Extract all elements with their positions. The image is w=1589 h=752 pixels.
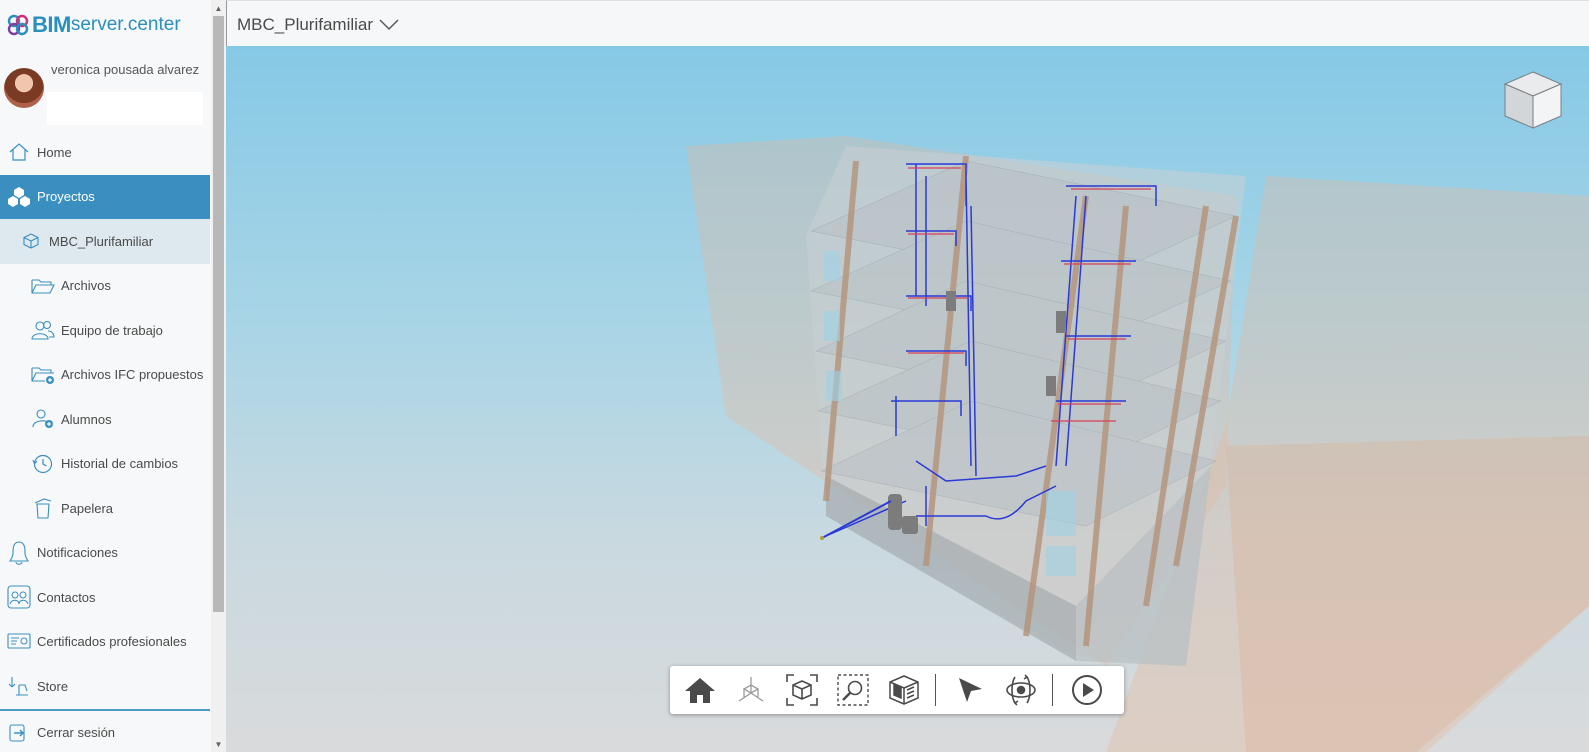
sidebar-item-equipo-de-trabajo[interactable]: Equipo de trabajo: [0, 308, 210, 353]
sidebar-item-label: Notificaciones: [37, 545, 118, 561]
logout-icon: [6, 720, 32, 746]
play-icon: [1072, 675, 1102, 705]
sidebar-nav: Home Proyectos MBC_Plurifamiliar Archivo…: [0, 130, 210, 752]
sidebar-item-label: Store: [37, 678, 69, 694]
certificate-icon: [6, 629, 32, 655]
sidebar-item-label: MBC_Plurifamiliar: [49, 233, 154, 249]
home-view-icon: [685, 678, 715, 703]
toolbar-separator: [935, 674, 936, 706]
chevron-down-icon: [379, 19, 399, 31]
bim-3d-viewer[interactable]: [226, 46, 1589, 752]
sidebar: BIM server.center veronica pousada alvar…: [0, 0, 226, 752]
orbit-icon: [1006, 674, 1036, 706]
sidebar-scrollbar[interactable]: ▲ ▼: [211, 0, 226, 752]
home-icon: [6, 139, 32, 165]
zoom-window-button[interactable]: [835, 672, 871, 708]
sidebar-item-notificaciones[interactable]: Notificaciones: [0, 531, 210, 576]
brand-logo[interactable]: BIM server.center: [7, 11, 181, 39]
user-info-box: [47, 92, 203, 125]
trash-icon: [30, 495, 56, 521]
scroll-thumb[interactable]: [213, 16, 224, 612]
viewer-toolbar: [670, 666, 1124, 714]
logo-bim-text: BIM: [32, 12, 71, 37]
students-icon: [30, 406, 56, 432]
logo-icon: [7, 14, 29, 36]
project-title: MBC_Plurifamiliar: [237, 15, 374, 34]
bell-icon: [6, 540, 32, 566]
sidebar-item-contactos[interactable]: Contactos: [0, 575, 210, 620]
sidebar-item-store[interactable]: Store: [0, 664, 210, 709]
navigation-cube-icon[interactable]: [1501, 68, 1565, 132]
top-header: MBC_Plurifamiliar: [226, 0, 1589, 46]
scroll-down-arrow-icon[interactable]: ▼: [211, 738, 226, 752]
fit-view-icon: [786, 674, 818, 706]
sidebar-item-cerrar-sesion[interactable]: Cerrar sesión: [0, 711, 210, 752]
sidebar-item-label: Certificados profesionales: [37, 634, 187, 650]
section-box-icon: [889, 675, 919, 705]
scroll-up-arrow-icon[interactable]: ▲: [211, 2, 226, 16]
sidebar-item-label: Historial de cambios: [61, 456, 179, 472]
sidebar-item-home[interactable]: Home: [0, 130, 210, 175]
sidebar-item-label: Archivos: [61, 278, 111, 294]
sidebar-content: BIM server.center veronica pousada alvar…: [0, 0, 210, 752]
user-name: veronica pousada alvarez: [51, 62, 200, 77]
fit-view-button[interactable]: [784, 672, 820, 708]
projects-icon: [6, 184, 32, 210]
home-view-button[interactable]: [682, 672, 718, 708]
section-box-button[interactable]: [886, 672, 922, 708]
folder-icon: [30, 273, 56, 299]
axes-button[interactable]: [733, 672, 769, 708]
sidebar-item-label: Papelera: [61, 500, 114, 516]
history-icon: [30, 451, 56, 477]
folder-add-icon: [30, 362, 56, 388]
sidebar-item-alumnos[interactable]: Alumnos: [0, 397, 210, 442]
sidebar-item-proyectos[interactable]: Proyectos: [0, 174, 210, 219]
team-icon: [30, 317, 56, 343]
sidebar-item-label: Equipo de trabajo: [61, 322, 163, 338]
zoom-window-icon: [837, 674, 869, 706]
logo-domain-text: server.center: [70, 14, 181, 35]
sidebar-item-historial-de-cambios[interactable]: Historial de cambios: [0, 442, 210, 487]
play-button[interactable]: [1069, 672, 1105, 708]
cube-icon: [18, 228, 44, 254]
store-icon: [6, 673, 32, 699]
select-pointer-button[interactable]: [952, 672, 988, 708]
sidebar-item-mbc-plurifamiliar[interactable]: MBC_Plurifamiliar: [0, 219, 210, 264]
sidebar-item-label: Proyectos: [37, 189, 95, 205]
sidebar-item-archivos[interactable]: Archivos: [0, 264, 210, 309]
orbit-button[interactable]: [1003, 672, 1039, 708]
sidebar-item-label: Home: [37, 144, 72, 160]
sidebar-item-label: Archivos IFC propuestos: [61, 367, 204, 383]
contacts-icon: [6, 584, 32, 610]
toolbar-separator: [1052, 674, 1053, 706]
project-selector[interactable]: MBC_Plurifamiliar: [237, 15, 399, 35]
avatar[interactable]: [4, 68, 44, 108]
sidebar-item-certificados-profesionales[interactable]: Certificados profesionales: [0, 620, 210, 665]
select-pointer-icon: [959, 678, 982, 702]
sidebar-item-papelera[interactable]: Papelera: [0, 486, 210, 531]
sidebar-item-label: Contactos: [37, 589, 96, 605]
sidebar-item-archivos-ifc-propuestos[interactable]: Archivos IFC propuestos: [0, 353, 210, 398]
building-model[interactable]: [226, 46, 1589, 752]
sidebar-item-label: Cerrar sesión: [37, 725, 116, 741]
axes-icon: [738, 677, 764, 702]
sidebar-item-label: Alumnos: [61, 411, 112, 427]
user-profile: veronica pousada alvarez: [4, 60, 209, 130]
